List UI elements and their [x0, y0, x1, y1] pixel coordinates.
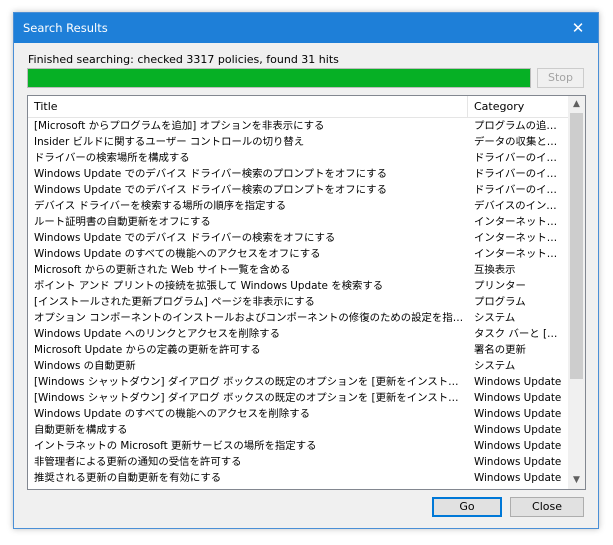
list-item[interactable]: ポイント アンド プリントの接続を拡張して Windows Update を検索… — [28, 278, 568, 294]
list-item-title: 推奨される更新の自動更新を有効にする — [34, 472, 222, 484]
list-item-category: ドライバーのイン... — [474, 168, 562, 180]
progress-bar — [27, 68, 531, 88]
list-item[interactable]: 非管理者による更新の通知の受信を許可する Windows Update — [28, 454, 568, 470]
stop-button[interactable]: Stop — [537, 68, 584, 88]
list-item[interactable]: [Windows シャットダウン] ダイアログ ボックスの既定のオプションを [… — [28, 390, 568, 406]
window-title: Search Results — [23, 21, 108, 35]
list-item[interactable]: Insider ビルドに関するユーザー コントロールの切り替え データの収集とプ.… — [28, 134, 568, 150]
list-item-title: [Windows シャットダウン] ダイアログ ボックスの既定のオプションを [… — [34, 392, 464, 404]
list-item-category: Windows Update — [474, 440, 562, 452]
list-item[interactable]: Windows Update のすべての機能へのアクセスをオフにする インターネッ… — [28, 246, 568, 262]
list-item[interactable]: Windows の自動更新 システム — [28, 358, 568, 374]
list-item-title: Microsoft からの更新された Web サイト一覧を含める — [34, 264, 291, 276]
list-item-category: 署名の更新 — [474, 344, 526, 356]
column-header-category[interactable]: Category — [468, 96, 568, 117]
list-item[interactable]: Microsoft Update からの定義の更新を許可する 署名の更新 — [28, 342, 568, 358]
list-item-title: Windows Update のすべての機能へのアクセスをオフにする — [34, 248, 321, 260]
list-item-category: 互換表示 — [474, 264, 516, 276]
list-item[interactable]: [インストールされた更新プログラム] ページを非表示にする プログラム — [28, 294, 568, 310]
list-item-title: Windows Update でのデバイス ドライバー検索のプロンプトをオフにす… — [34, 168, 387, 180]
list-header: Title Category — [28, 96, 568, 118]
list-item[interactable]: Microsoft からの更新された Web サイト一覧を含める 互換表示 — [28, 262, 568, 278]
list-item-title: オプション コンポーネントのインストールおよびコンポーネントの修復のための設定を… — [34, 312, 464, 324]
list-item-category: タスク バーと [ス... — [474, 328, 562, 340]
list-item[interactable]: Windows Update へのリンクとアクセスを削除する タスク バーと [ス… — [28, 326, 568, 342]
list-item-title: ポイント アンド プリントの接続を拡張して Windows Update を検索… — [34, 280, 384, 292]
list-item[interactable]: Windows Update でのデバイス ドライバー検索のプロンプトをオフにす… — [28, 182, 568, 198]
list-item-category: インターネット通... — [474, 216, 562, 228]
list-item-title: [インストールされた更新プログラム] ページを非表示にする — [34, 296, 315, 308]
list-item[interactable]: オプション コンポーネントのインストールおよびコンポーネントの修復のための設定を… — [28, 310, 568, 326]
list-item-category: プリンター — [474, 280, 526, 292]
list-item-title: イントラネットの Microsoft 更新サービスの場所を指定する — [34, 440, 317, 452]
list-item-category: Windows Update — [474, 424, 562, 436]
list-item[interactable]: Windows Update でのデバイス ドライバーの検索をオフにする インター… — [28, 230, 568, 246]
list-item-category: システム — [474, 360, 516, 372]
list-item-category: プログラム — [474, 296, 526, 308]
list-item-title: [Windows シャットダウン] ダイアログ ボックスの既定のオプションを [… — [34, 376, 464, 388]
list-item[interactable]: ルート証明書の自動更新をオフにする インターネット通... — [28, 214, 568, 230]
list-item-category: Windows Update — [474, 408, 562, 420]
list-item-title: ドライバーの検索場所を構成する — [34, 152, 190, 164]
list-item-title: ルート証明書の自動更新をオフにする — [34, 216, 211, 228]
list-item[interactable]: イントラネットの Microsoft 更新サービスの場所を指定する Windows… — [28, 438, 568, 454]
scroll-down-icon[interactable]: ▼ — [568, 472, 585, 489]
close-icon[interactable]: ✕ — [558, 13, 598, 43]
scroll-up-icon[interactable]: ▲ — [568, 96, 585, 113]
scroll-thumb[interactable] — [570, 113, 583, 379]
list-item-category: ドライバーのイン... — [474, 184, 562, 196]
list-item-category: インターネット通... — [474, 248, 562, 260]
list-item[interactable]: Windows Update のすべての機能へのアクセスを削除する Windows… — [28, 406, 568, 422]
vertical-scrollbar[interactable]: ▲ ▼ — [568, 96, 585, 489]
list-item-category: Windows Update — [474, 392, 562, 404]
list-item[interactable]: デバイス ドライバーを検索する場所の順序を指定する デバイスのインス... — [28, 198, 568, 214]
list-item-title: [Microsoft からプログラムを追加] オプションを非表示にする — [34, 120, 325, 132]
list-item-title: Windows Update でのデバイス ドライバーの検索をオフにする — [34, 232, 336, 244]
list-item-category: システム — [474, 312, 516, 324]
list-item[interactable]: ドライバーの検索場所を構成する ドライバーのイン... — [28, 150, 568, 166]
list-item-title: 自動更新を構成する — [34, 424, 128, 436]
list-rows: [Microsoft からプログラムを追加] オプションを非表示にする プログラム… — [28, 118, 568, 486]
list-item[interactable]: [Microsoft からプログラムを追加] オプションを非表示にする プログラム… — [28, 118, 568, 134]
list-item-category: Windows Update — [474, 472, 562, 484]
list-item-title: Windows Update へのリンクとアクセスを削除する — [34, 328, 280, 340]
list-item-category: ドライバーのイン... — [474, 152, 562, 164]
list-item-category: デバイスのインス... — [474, 200, 562, 212]
list-item-title: Windows Update でのデバイス ドライバー検索のプロンプトをオフにす… — [34, 184, 387, 196]
list-item-category: インターネット通... — [474, 232, 562, 244]
list-item-title: Windows Update のすべての機能へのアクセスを削除する — [34, 408, 310, 420]
go-button[interactable]: Go — [432, 497, 502, 517]
list-item-title: Insider ビルドに関するユーザー コントロールの切り替え — [34, 136, 305, 148]
list-item-category: データの収集とプ... — [474, 136, 562, 148]
list-item-title: Windows の自動更新 — [34, 360, 136, 372]
list-item-category: プログラムの追加... — [474, 120, 562, 132]
close-button[interactable]: Close — [510, 497, 584, 517]
column-header-title[interactable]: Title — [28, 96, 468, 117]
list-item[interactable]: 推奨される更新の自動更新を有効にする Windows Update — [28, 470, 568, 486]
progress-fill — [28, 69, 530, 87]
search-results-window: Search Results ✕ Finished searching: che… — [13, 12, 599, 529]
list-item-category: Windows Update — [474, 456, 562, 468]
list-item-category: Windows Update — [474, 376, 562, 388]
results-list[interactable]: Title Category [Microsoft からプログラムを追加] オプ… — [27, 95, 586, 490]
status-text: Finished searching: checked 3317 policie… — [28, 53, 339, 66]
list-item-title: デバイス ドライバーを検索する場所の順序を指定する — [34, 200, 287, 212]
title-bar[interactable]: Search Results ✕ — [14, 13, 598, 43]
list-item[interactable]: 自動更新を構成する Windows Update — [28, 422, 568, 438]
list-item-title: Microsoft Update からの定義の更新を許可する — [34, 344, 261, 356]
list-item[interactable]: Windows Update でのデバイス ドライバー検索のプロンプトをオフにす… — [28, 166, 568, 182]
list-item-title: 非管理者による更新の通知の受信を許可する — [34, 456, 242, 468]
list-item[interactable]: [Windows シャットダウン] ダイアログ ボックスの既定のオプションを [… — [28, 374, 568, 390]
